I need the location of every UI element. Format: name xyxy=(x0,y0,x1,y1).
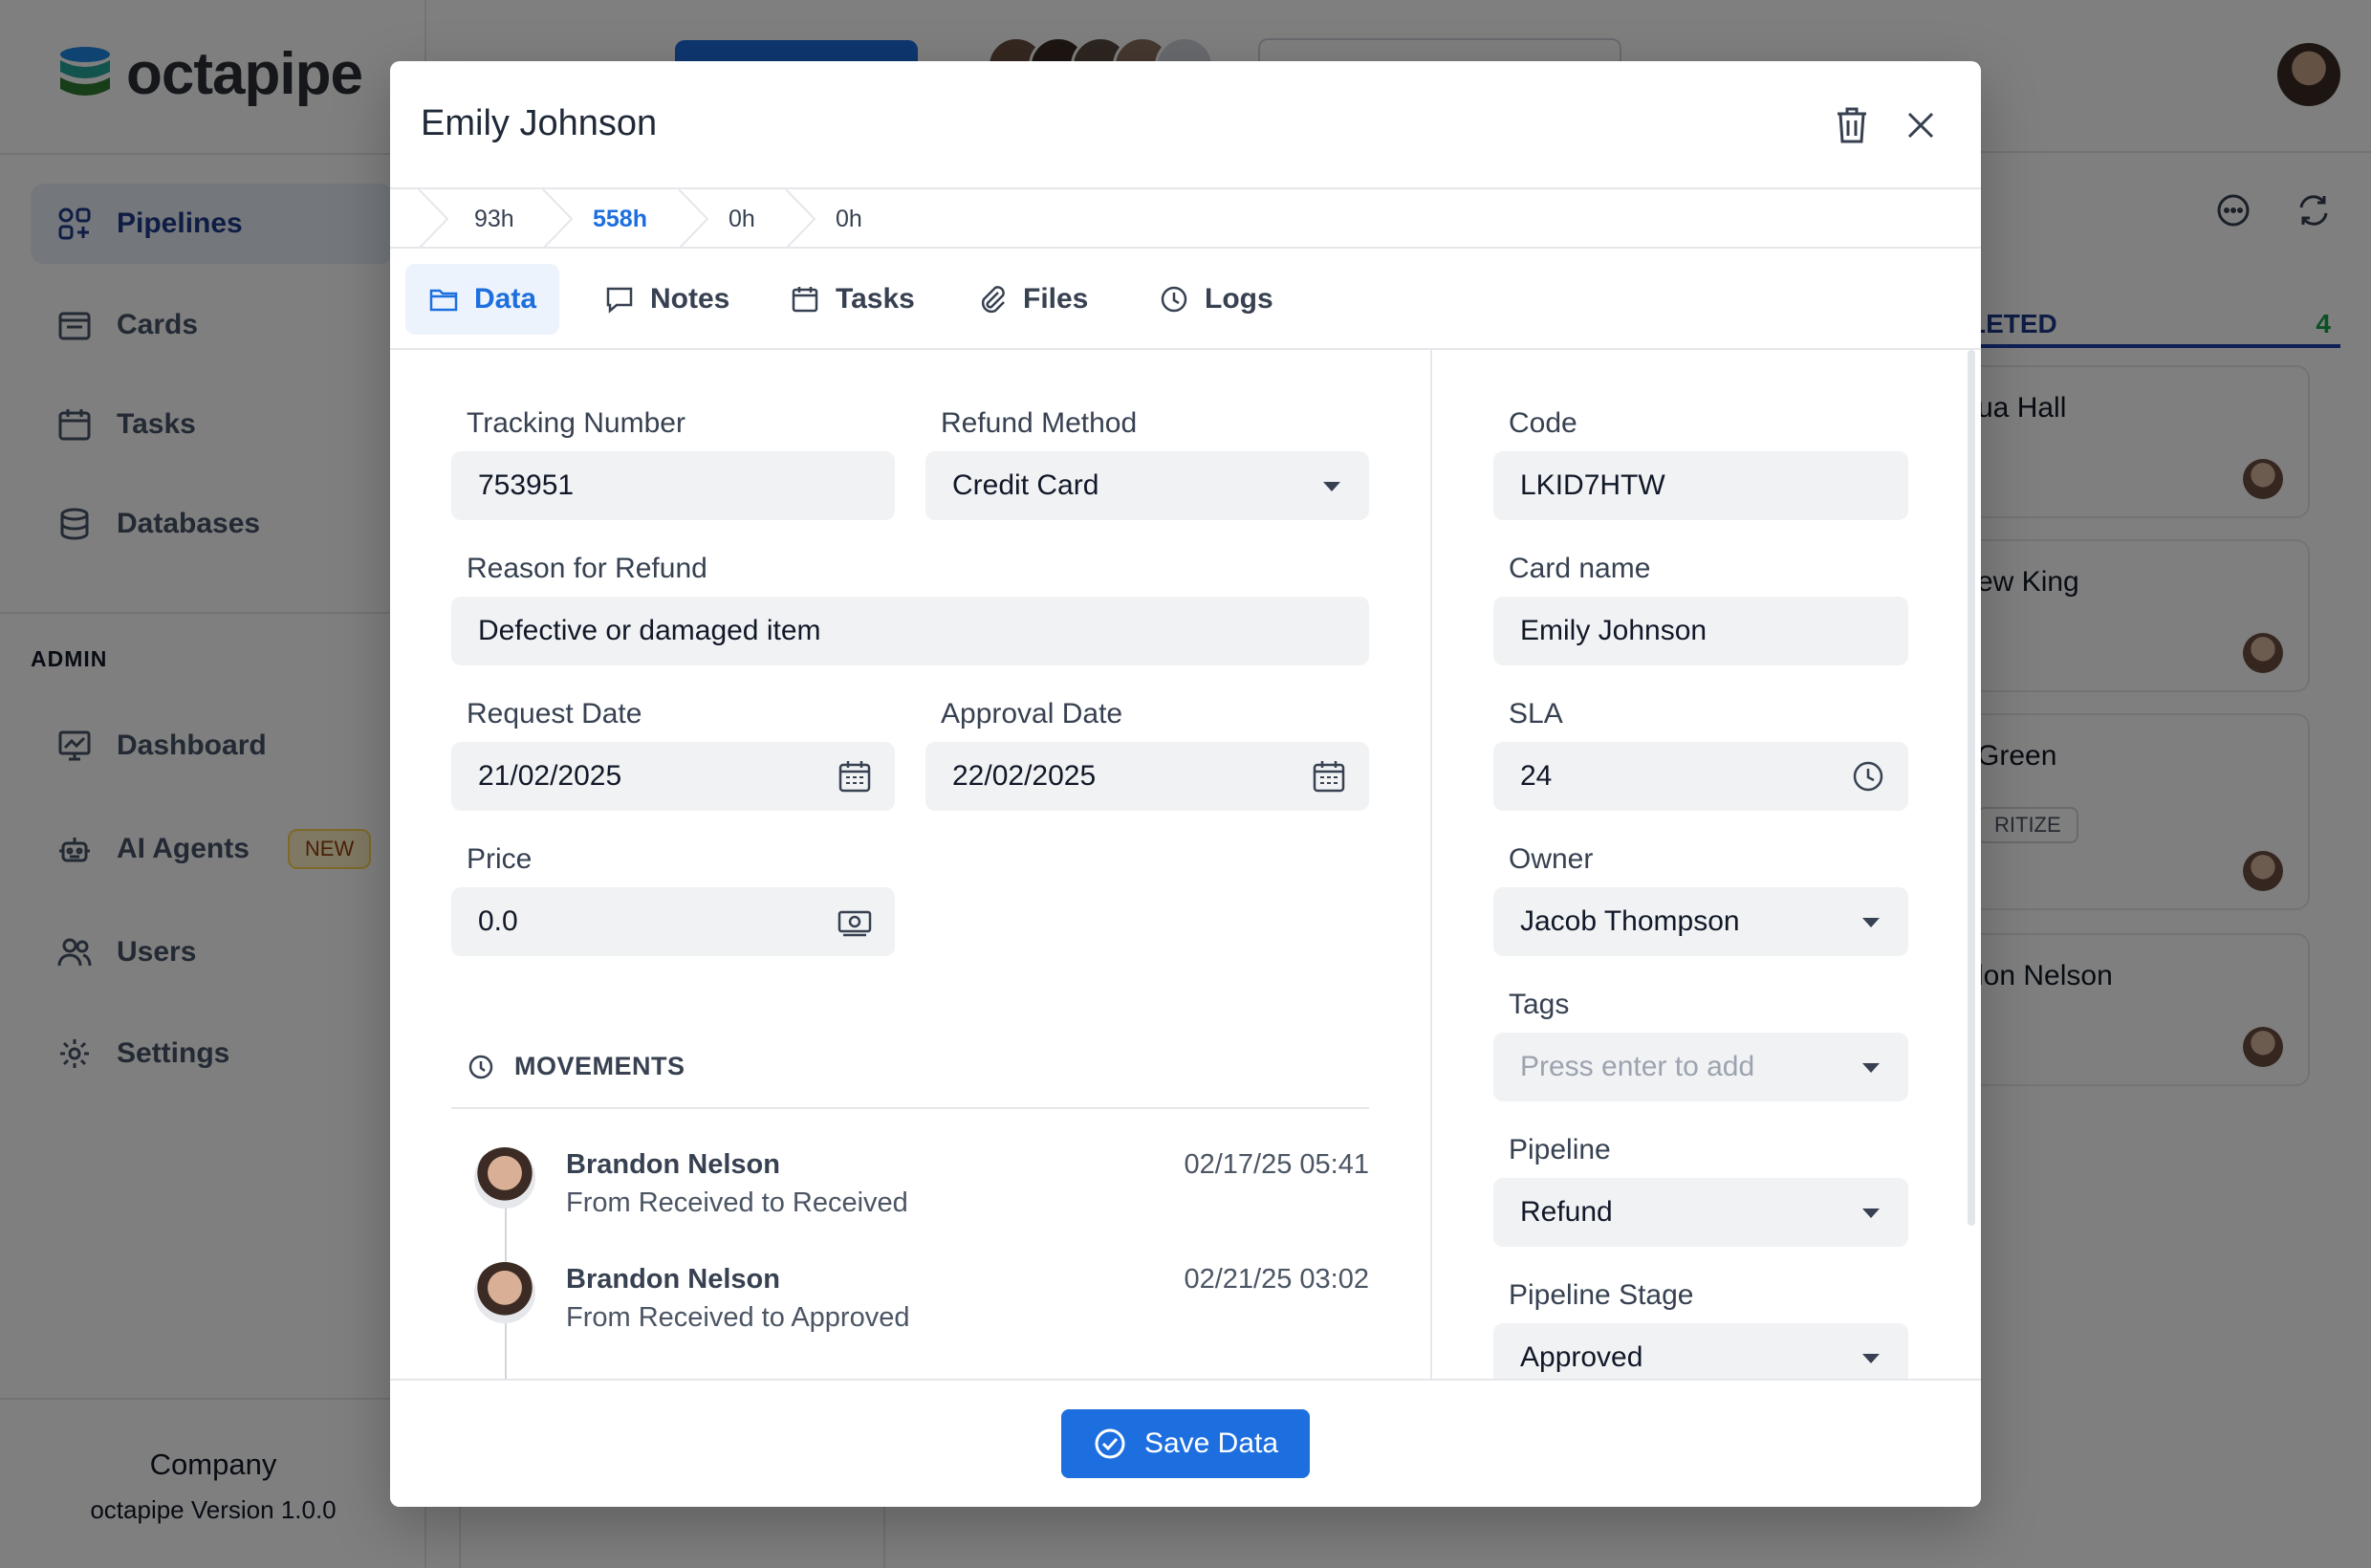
card-name-value: Emily Johnson xyxy=(1520,615,1708,646)
card-name-input[interactable]: Emily Johnson xyxy=(1493,597,1908,665)
sla-label: SLA xyxy=(1509,698,1563,730)
tab-label: Files xyxy=(1023,283,1089,315)
owner-label: Owner xyxy=(1509,843,1594,875)
money-icon xyxy=(837,910,872,937)
calendar-icon xyxy=(792,287,818,313)
owner-select[interactable]: Jacob Thompson xyxy=(1493,887,1908,956)
modal-header: Emily Johnson xyxy=(390,61,1981,189)
tab-logs[interactable]: Logs xyxy=(1136,264,1296,335)
approval-date-label: Approval Date xyxy=(941,698,1123,730)
stage-timeline: 93h 558h 0h 0h xyxy=(390,189,1981,249)
pipeline-value: Refund xyxy=(1520,1196,1613,1228)
check-circle-icon xyxy=(1095,1428,1125,1459)
reason-label: Reason for Refund xyxy=(467,553,707,584)
modal-footer: Save Data xyxy=(390,1379,1981,1507)
pipeline-label: Pipeline xyxy=(1509,1134,1611,1165)
tags-input[interactable]: Press enter to add xyxy=(1493,1033,1908,1101)
clock-icon xyxy=(468,1055,493,1078)
movement-description: From Received to Received xyxy=(566,1187,908,1218)
modal-title: Emily Johnson xyxy=(421,103,658,143)
calendar-icon[interactable] xyxy=(837,759,872,794)
price-input[interactable]: 0.0 xyxy=(451,887,895,956)
card-name-label: Card name xyxy=(1509,553,1651,584)
card-detail-modal: Emily Johnson 93h 558h 0h 0h Data Notes … xyxy=(390,61,1981,1507)
owner-value: Jacob Thompson xyxy=(1520,905,1740,937)
pipeline-stage-value: Approved xyxy=(1520,1341,1643,1373)
approval-date-input[interactable]: 22/02/2025 xyxy=(925,742,1369,811)
tab-notes[interactable]: Notes xyxy=(581,264,752,335)
pipeline-stage-label: Pipeline Stage xyxy=(1509,1279,1694,1311)
clock-icon xyxy=(1853,761,1883,792)
approval-date-value: 22/02/2025 xyxy=(952,760,1097,792)
price-label: Price xyxy=(467,843,533,875)
movement-description: From Received to Approved xyxy=(566,1302,910,1333)
movement-time: 02/17/25 05:41 xyxy=(1184,1149,1369,1180)
scrollbar[interactable] xyxy=(1968,350,1975,1226)
save-data-label: Save Data xyxy=(1143,1427,1279,1459)
avatar xyxy=(474,1147,535,1209)
chevron-right-icon xyxy=(542,189,574,249)
close-button[interactable] xyxy=(1895,99,1947,151)
calendar-icon[interactable] xyxy=(1312,759,1346,794)
movement-user: Brandon Nelson xyxy=(566,1149,780,1180)
tab-data[interactable]: Data xyxy=(405,264,560,335)
tracking-number-label: Tracking Number xyxy=(467,407,685,439)
sla-value: 24 xyxy=(1520,760,1553,792)
caret-down-icon xyxy=(1862,1354,1880,1363)
price-value: 0.0 xyxy=(478,905,518,937)
delete-button[interactable] xyxy=(1826,99,1878,151)
chevron-right-icon xyxy=(785,189,816,249)
sla-input[interactable]: 24 xyxy=(1493,742,1908,811)
refund-method-value: Credit Card xyxy=(952,469,1099,501)
caret-down-icon xyxy=(1862,1063,1880,1073)
save-data-button[interactable]: Save Data xyxy=(1061,1409,1310,1478)
tracking-number-input[interactable]: 753951 xyxy=(451,451,895,520)
code-value: LKID7HTW xyxy=(1520,469,1665,501)
chevron-right-icon xyxy=(418,189,449,249)
caret-down-icon xyxy=(1323,482,1340,491)
movements-title: MOVEMENTS xyxy=(514,1052,685,1080)
request-date-label: Request Date xyxy=(467,698,642,730)
tab-label: Tasks xyxy=(836,283,915,315)
trash-icon xyxy=(1838,107,1866,143)
caret-down-icon xyxy=(1862,918,1880,927)
tab-label: Data xyxy=(474,283,537,315)
tab-tasks[interactable]: Tasks xyxy=(767,264,938,335)
tab-label: Logs xyxy=(1205,283,1273,315)
modal-tabs: Data Notes Tasks Files Logs xyxy=(390,249,1981,350)
column-divider xyxy=(1430,350,1432,1440)
modal-body: Tracking Number 753951 Refund Method Cre… xyxy=(390,350,1981,1440)
stage-duration: 0h xyxy=(836,205,862,232)
movement-time: 02/21/25 03:02 xyxy=(1184,1264,1369,1295)
tab-files[interactable]: Files xyxy=(954,264,1111,335)
refund-method-select[interactable]: Credit Card xyxy=(925,451,1369,520)
close-icon xyxy=(1907,112,1934,139)
caret-down-icon xyxy=(1862,1209,1880,1218)
chevron-right-icon xyxy=(678,189,709,249)
tags-placeholder: Press enter to add xyxy=(1520,1051,1755,1082)
reason-value: Defective or damaged item xyxy=(478,615,821,646)
request-date-value: 21/02/2025 xyxy=(478,760,622,792)
stage-duration: 0h xyxy=(729,205,755,232)
pipeline-select[interactable]: Refund xyxy=(1493,1178,1908,1247)
code-input[interactable]: LKID7HTW xyxy=(1493,451,1908,520)
clock-icon xyxy=(1161,286,1187,313)
request-date-input[interactable]: 21/02/2025 xyxy=(451,742,895,811)
code-label: Code xyxy=(1509,407,1577,439)
tab-label: Notes xyxy=(650,283,730,315)
tags-label: Tags xyxy=(1509,989,1570,1020)
avatar xyxy=(474,1262,535,1323)
reason-input[interactable]: Defective or damaged item xyxy=(451,597,1369,665)
tracking-number-value: 753951 xyxy=(478,469,575,501)
folder-icon xyxy=(429,289,458,312)
movements-divider xyxy=(451,1107,1369,1109)
stage-duration: 93h xyxy=(474,205,514,232)
movements-header: MOVEMENTS xyxy=(467,1052,685,1081)
chat-icon xyxy=(606,287,633,314)
movement-user: Brandon Nelson xyxy=(566,1264,780,1295)
paperclip-icon xyxy=(981,286,1005,314)
refund-method-label: Refund Method xyxy=(941,407,1138,439)
stage-duration-current: 558h xyxy=(593,205,647,232)
